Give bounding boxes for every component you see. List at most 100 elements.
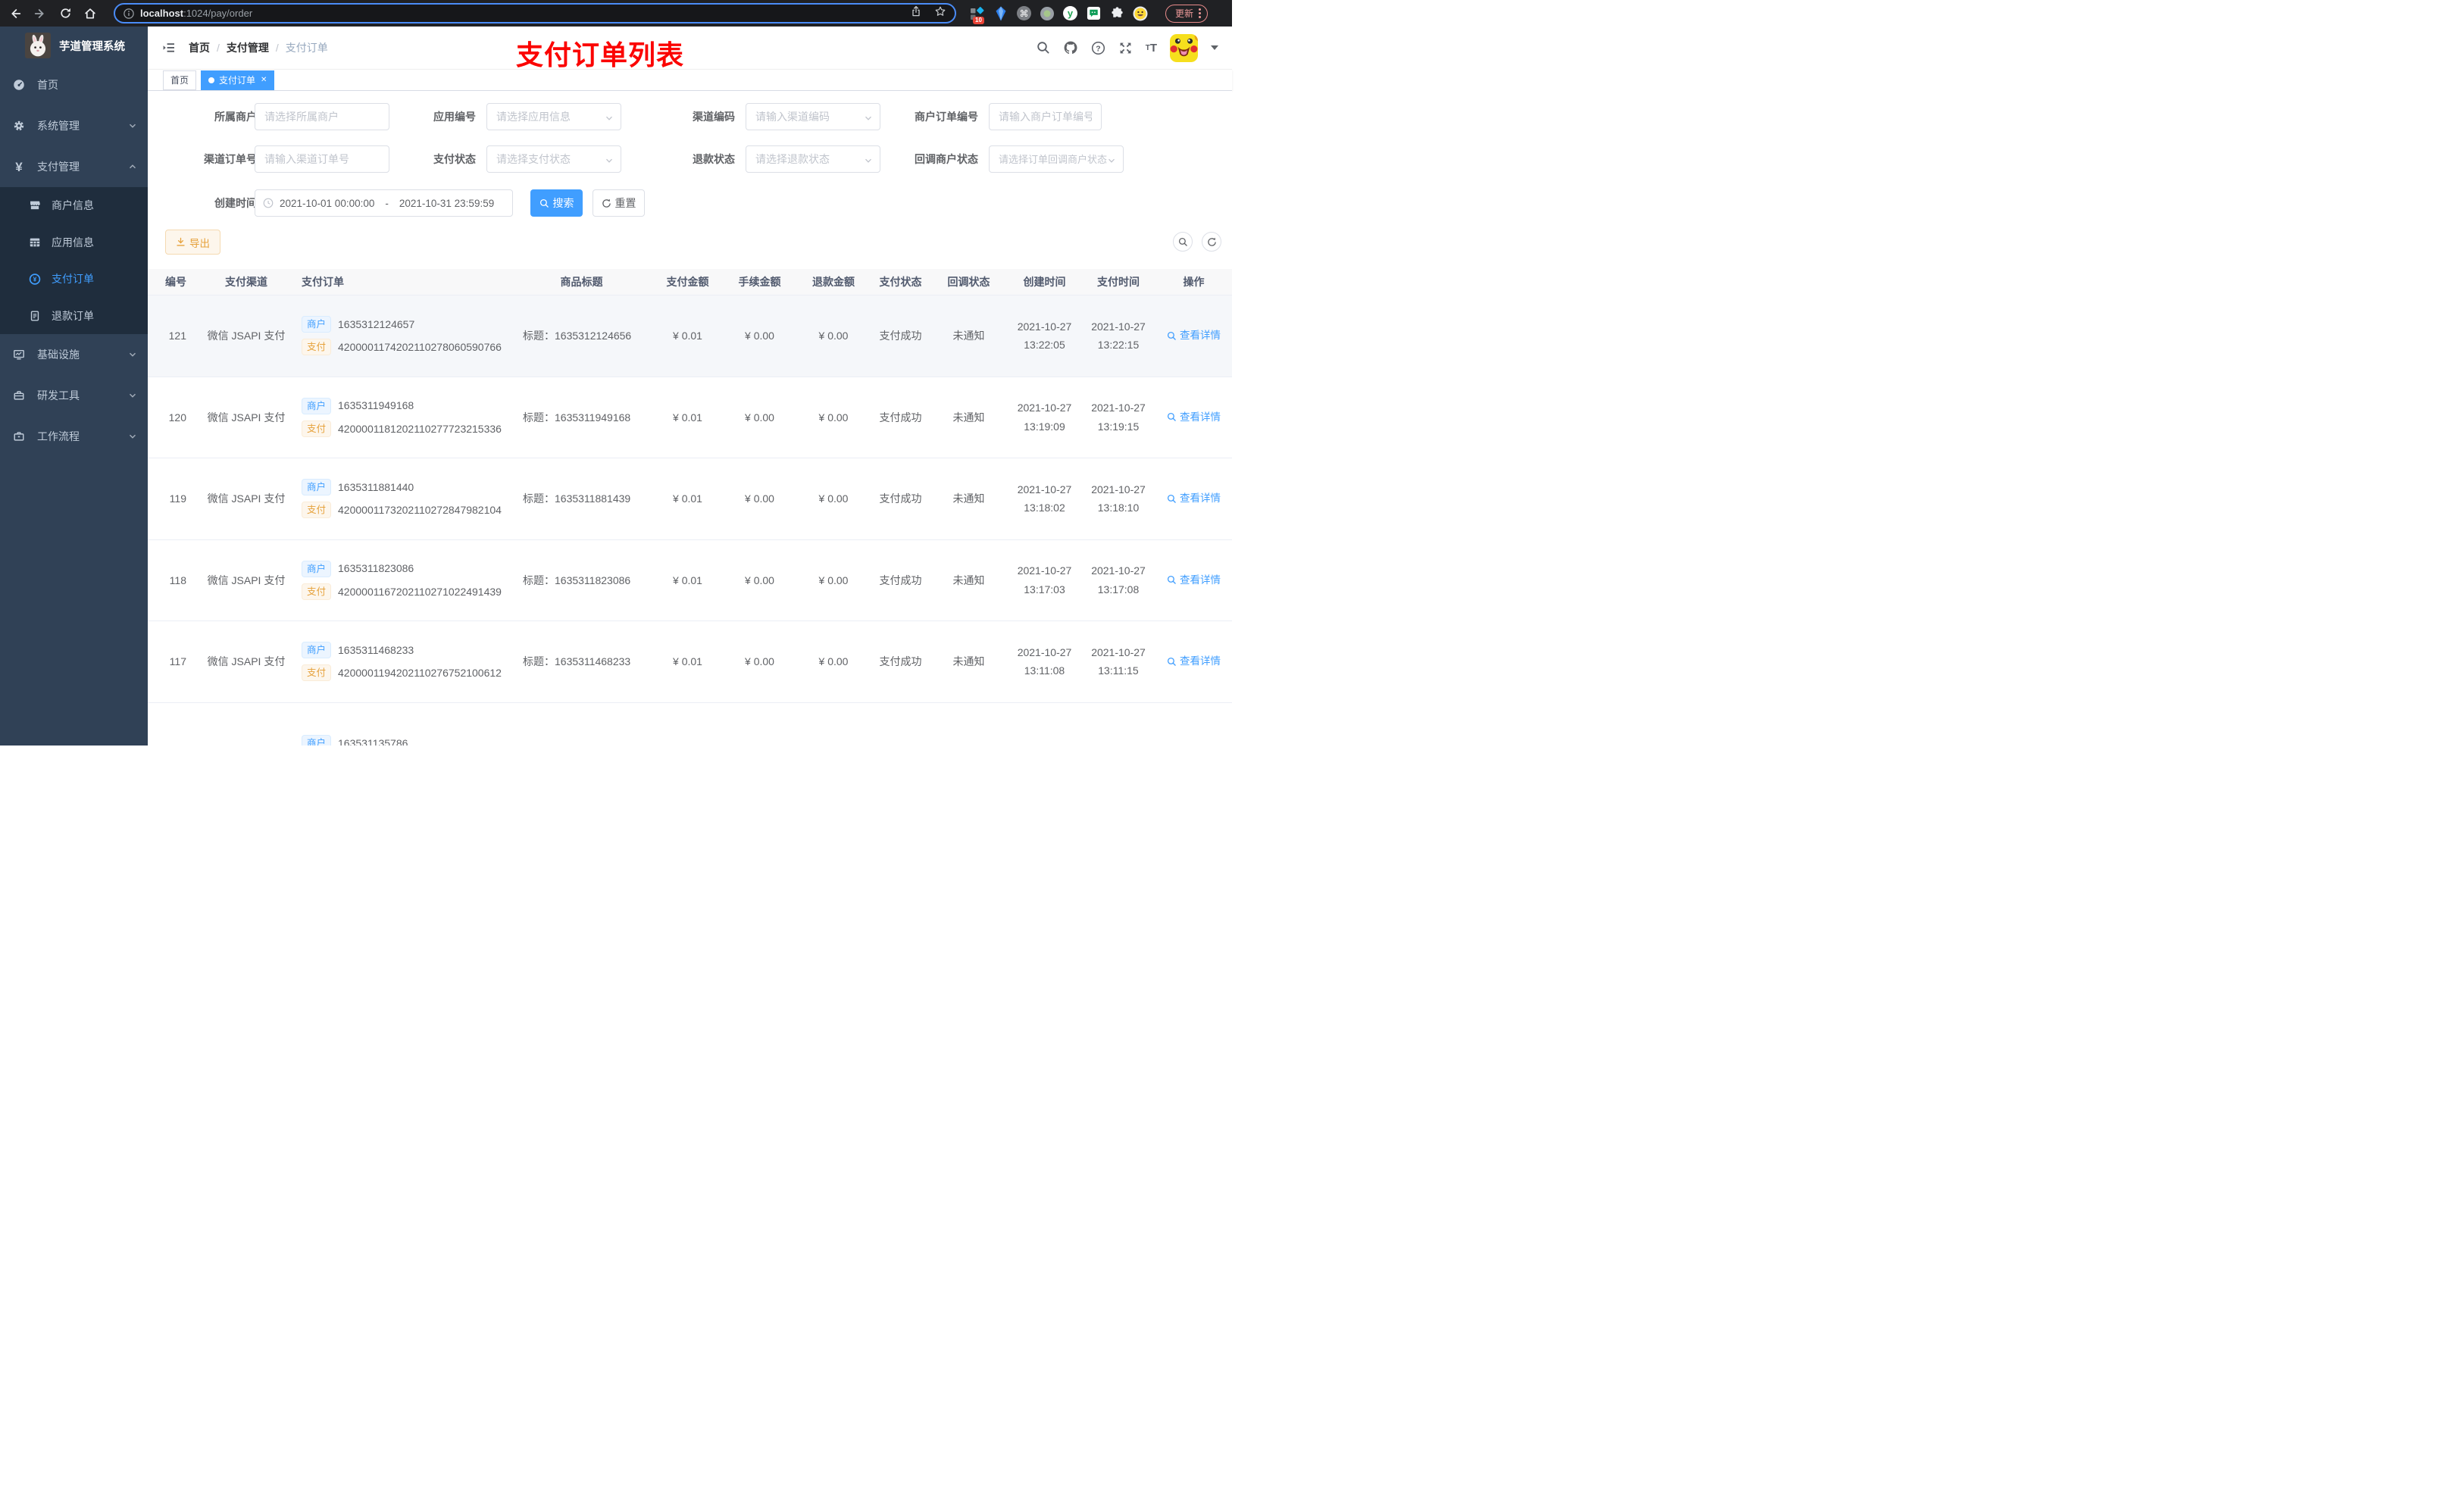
date-start: 2021-10-01 00:00:00 xyxy=(280,197,375,209)
tab-close-icon[interactable]: ✕ xyxy=(261,76,267,84)
header-search-icon[interactable] xyxy=(1037,41,1050,55)
sidebar-item-workflow[interactable]: 工作流程 xyxy=(0,416,148,457)
notify-status: 未通知 xyxy=(952,655,985,668)
browser-profile-avatar[interactable] xyxy=(1133,6,1148,21)
svg-text:¥: ¥ xyxy=(33,275,37,283)
table-row[interactable]: 121 微信 JSAPI 支付 商户 1635312124657 支付 4200… xyxy=(148,295,1232,377)
merchant-order-no: 1635311881440 xyxy=(338,480,414,493)
notify-status: 未通知 xyxy=(952,492,985,505)
table-row[interactable]: 117 微信 JSAPI 支付 商户 1635311468233 支付 4200… xyxy=(148,621,1232,703)
document-icon xyxy=(29,310,41,322)
chevron-down-icon xyxy=(128,350,137,359)
sidebar: 芋道管理系统 首页 系统管理 ¥ 支付管理 商户信息 应用信息 ¥ 支付订单 退… xyxy=(0,27,148,746)
share-icon[interactable] xyxy=(910,5,922,21)
browser-toolbar: localhost:1024/pay/order 10 ⌘ y 更新 xyxy=(0,0,1232,27)
app-select[interactable] xyxy=(486,103,621,130)
create-time-range-picker[interactable]: 2021-10-01 00:00:00 - 2021-10-31 23:59:5… xyxy=(255,189,513,217)
sidebar-fold-icon[interactable] xyxy=(162,41,176,55)
sidebar-item-home[interactable]: 首页 xyxy=(0,64,148,105)
order-id: 118 xyxy=(169,574,186,586)
pay-tag: 支付 xyxy=(302,664,332,682)
merchant-order-no-input[interactable] xyxy=(989,103,1102,130)
site-info-icon[interactable] xyxy=(124,8,134,19)
browser-reload-button[interactable] xyxy=(58,6,73,21)
hide-search-circle-button[interactable] xyxy=(1173,232,1193,252)
browser-menu-icon[interactable] xyxy=(1199,8,1202,18)
channel-code-select[interactable] xyxy=(746,103,880,130)
view-detail-link[interactable]: 查看详情 xyxy=(1155,490,1232,507)
monitor-chart-icon xyxy=(13,349,25,361)
extension-balloon-icon[interactable] xyxy=(993,6,1008,21)
sidebar-logo[interactable]: 芋道管理系统 xyxy=(0,27,148,64)
breadcrumb-pay-manage[interactable]: 支付管理 xyxy=(227,40,269,55)
pay-status-select[interactable] xyxy=(486,145,621,173)
order-id: 120 xyxy=(168,411,186,424)
table-row[interactable]: 120 微信 JSAPI 支付 商户 1635311949168 支付 4200… xyxy=(148,377,1232,458)
search-button[interactable]: 搜索 xyxy=(530,189,583,217)
url-text: localhost:1024/pay/order xyxy=(140,8,253,19)
order-id: 119 xyxy=(169,492,186,505)
pay-time: 2021-10-27 13:22:15 xyxy=(1091,320,1146,352)
briefcase-icon xyxy=(13,430,25,442)
extension-chat-icon[interactable] xyxy=(1086,6,1101,21)
browser-back-button[interactable] xyxy=(8,6,23,21)
bookmark-star-icon[interactable] xyxy=(934,5,946,21)
refresh-circle-button[interactable] xyxy=(1202,232,1221,252)
sidebar-item-app-info[interactable]: 应用信息 xyxy=(0,224,148,261)
fee-amount: ¥ 0.00 xyxy=(745,574,774,586)
font-size-icon[interactable]: TT xyxy=(1146,42,1157,55)
shop-icon xyxy=(29,199,41,211)
browser-forward-button[interactable] xyxy=(33,6,48,21)
extension-y-icon[interactable]: y xyxy=(1063,6,1077,20)
view-detail-link[interactable]: 查看详情 xyxy=(1155,409,1232,426)
refund-status-select[interactable] xyxy=(746,145,880,173)
table-row-partial[interactable]: 商户 163531135786 xyxy=(148,702,1232,746)
extension-command-icon[interactable]: ⌘ xyxy=(1017,6,1031,20)
view-detail-link[interactable]: 查看详情 xyxy=(1155,653,1232,670)
browser-home-button[interactable] xyxy=(83,6,98,21)
export-button[interactable]: 导出 xyxy=(165,230,220,255)
product-title: 标题：1635311881439 xyxy=(523,492,631,505)
browser-update-button[interactable]: 更新 xyxy=(1165,4,1209,23)
extension-dot-icon[interactable] xyxy=(1040,6,1055,21)
sidebar-item-system[interactable]: 系统管理 xyxy=(0,105,148,146)
sidebar-item-pay[interactable]: ¥ 支付管理 xyxy=(0,146,148,187)
reset-button[interactable]: 重置 xyxy=(593,189,645,217)
table-row[interactable]: 119 微信 JSAPI 支付 商户 1635311881440 支付 4200… xyxy=(148,458,1232,540)
tab-home[interactable]: 首页 xyxy=(163,70,197,90)
chevron-down-icon xyxy=(605,113,614,127)
pay-tag: 支付 xyxy=(302,583,332,600)
notify-status: 未通知 xyxy=(952,411,985,424)
pay-order-cell: 商户 1635311881440 支付 42000011732021102728… xyxy=(295,473,511,525)
callback-status-select[interactable] xyxy=(989,145,1124,173)
sidebar-item-merchant-info[interactable]: 商户信息 xyxy=(0,187,148,224)
pay-channel: 微信 JSAPI 支付 xyxy=(207,492,286,505)
pay-channel: 微信 JSAPI 支付 xyxy=(207,655,286,668)
sidebar-item-dev-tools[interactable]: 研发工具 xyxy=(0,375,148,416)
tab-pay-order[interactable]: 支付订单 ✕ xyxy=(201,70,275,90)
help-icon[interactable]: ? xyxy=(1091,41,1105,55)
breadcrumb-home[interactable]: 首页 xyxy=(189,40,210,55)
filter-label-create-time: 创建时间 xyxy=(214,197,257,209)
channel-pay-no: 4200001194202110276752100612 xyxy=(338,667,502,680)
filter-label-channel-order-no: 渠道订单号 xyxy=(204,153,257,165)
sidebar-item-pay-order[interactable]: ¥ 支付订单 xyxy=(0,261,148,298)
github-icon[interactable] xyxy=(1063,40,1078,55)
breadcrumb-current: 支付订单 xyxy=(285,42,328,54)
fullscreen-icon[interactable] xyxy=(1118,41,1133,55)
extensions-puzzle-icon[interactable] xyxy=(1109,6,1124,21)
filter-label-app: 应用编号 xyxy=(433,111,476,123)
url-bar[interactable]: localhost:1024/pay/order xyxy=(114,3,956,23)
view-detail-link[interactable]: 查看详情 xyxy=(1155,572,1232,589)
sidebar-item-refund-order[interactable]: 退款订单 xyxy=(0,298,148,335)
table-row[interactable]: 118 微信 JSAPI 支付 商户 1635311823086 支付 4200… xyxy=(148,539,1232,621)
avatar-dropdown-caret[interactable] xyxy=(1211,45,1218,50)
user-avatar[interactable] xyxy=(1170,33,1198,62)
pay-amount: ¥ 0.01 xyxy=(673,574,702,586)
fee-amount: ¥ 0.00 xyxy=(745,411,774,424)
sidebar-item-infra[interactable]: 基础设施 xyxy=(0,334,148,375)
extension-diamond-icon[interactable]: 10 xyxy=(970,6,985,24)
pay-time: 2021-10-27 13:19:15 xyxy=(1091,402,1146,433)
pay-time: 2021-10-27 13:11:15 xyxy=(1091,645,1146,677)
view-detail-link[interactable]: 查看详情 xyxy=(1155,327,1232,344)
